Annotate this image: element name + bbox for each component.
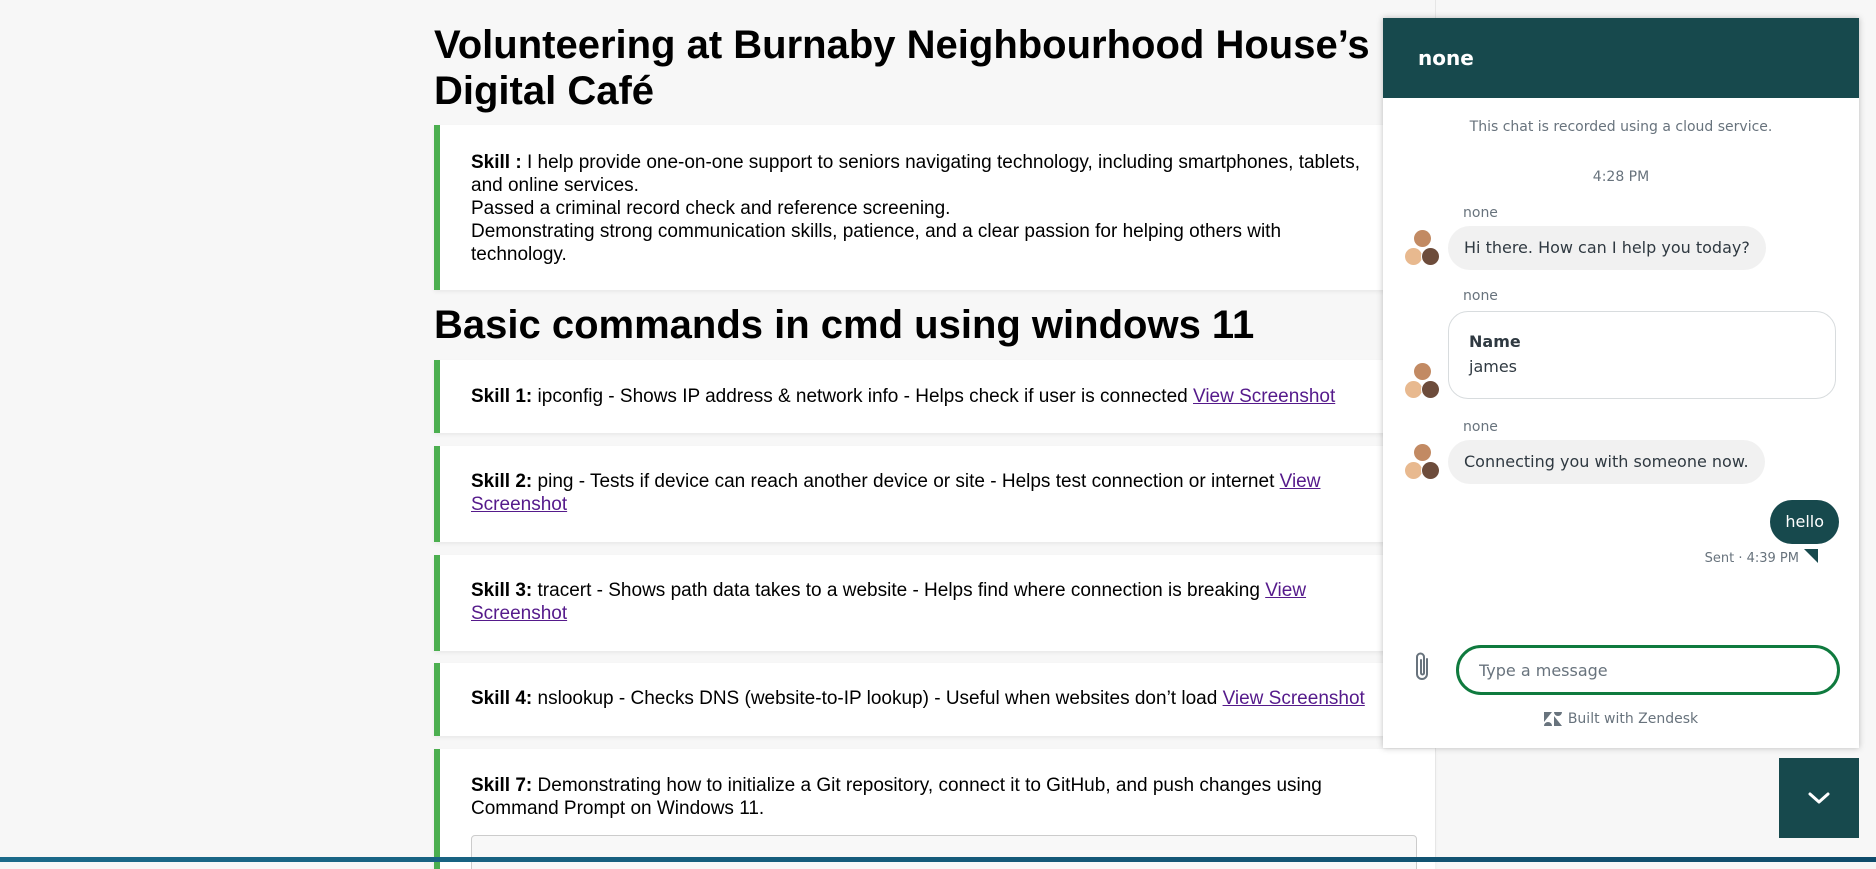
form-field-value: james (1469, 357, 1518, 376)
skill-card-7: Skill 7: Demonstrating how to initialize… (434, 749, 1435, 869)
skill-1-label: Skill 1: (471, 386, 533, 407)
form-field-label: Name (1469, 332, 1521, 351)
skill-card-1: Skill 1: ipconfig - Shows IP address & n… (434, 360, 1435, 433)
chat-minimize-button[interactable] (1779, 758, 1859, 838)
message-tail (1804, 549, 1818, 563)
agent-avatar (1405, 363, 1441, 401)
agent-avatar (1405, 444, 1441, 482)
skill-7-label: Skill 7: (471, 775, 533, 796)
chat-timestamp: 4:28 PM (1592, 169, 1650, 185)
skill-7-text: Demonstrating how to initialize a Git re… (532, 775, 1322, 796)
skill-2-text: ping - Tests if device can reach another… (532, 471, 1280, 492)
branding-text: Built with Zendesk (1567, 711, 1699, 727)
skill-card-3: Skill 3: tracert - Shows path data takes… (434, 555, 1435, 651)
chat-header: none (1383, 18, 1859, 98)
skill-3-screenshot-link-cont[interactable]: Screenshot (471, 603, 567, 624)
chat-title: none (1418, 46, 1474, 70)
volunteer-line-2: and online services. (471, 175, 639, 196)
cmd-heading: Basic commands in cmd using windows 11 (434, 303, 1255, 347)
volunteer-heading: Volunteering at Burnaby Neighbourhood Ho… (434, 23, 1370, 113)
skill-4-text: nslookup - Checks DNS (website-to-IP loo… (532, 688, 1223, 709)
code-block (471, 835, 1417, 869)
skill-4-screenshot-link[interactable]: View Screenshot (1223, 688, 1365, 709)
agent-avatar (1405, 230, 1441, 268)
chat-recording-notice: This chat is recorded using a cloud serv… (1469, 119, 1773, 135)
volunteer-skill-card: Skill : I help provide one-on-one suppor… (434, 125, 1435, 290)
zendesk-logo-icon (1543, 712, 1562, 726)
chevron-down-icon (1808, 792, 1830, 804)
skill-4-label: Skill 4: (471, 688, 533, 709)
message-sender: none (1463, 205, 1498, 221)
form-response-card: Name james (1448, 311, 1836, 399)
skill-2-label: Skill 2: (471, 471, 533, 492)
message-input[interactable] (1456, 645, 1840, 695)
skill-1-screenshot-link[interactable]: View Screenshot (1193, 386, 1335, 407)
volunteer-line-3: Passed a criminal record check and refer… (471, 198, 951, 219)
volunteer-line-4: Demonstrating strong communication skill… (471, 221, 1282, 242)
skill-2-screenshot-link[interactable]: View (1280, 471, 1321, 492)
skill-3-screenshot-link[interactable]: View (1265, 580, 1306, 601)
message-sender: none (1463, 288, 1498, 304)
skill-card-4: Skill 4: nslookup - Checks DNS (website-… (434, 663, 1435, 736)
skill-3-text: tracert - Shows path data takes to a web… (532, 580, 1266, 601)
zendesk-branding[interactable]: Built with Zendesk (1383, 711, 1859, 727)
skill-card-2: Skill 2: ping - Tests if device can reac… (434, 446, 1435, 542)
skill-2-screenshot-link-cont[interactable]: Screenshot (471, 494, 567, 515)
paperclip-icon[interactable] (1410, 650, 1434, 684)
skill-3-label: Skill 3: (471, 580, 533, 601)
skill-7-text-cont: Command Prompt on Windows 11. (471, 798, 765, 819)
message-sent-status: Sent · 4:39 PM (1704, 551, 1799, 566)
message-sender: none (1463, 419, 1498, 435)
skill-label: Skill : (471, 152, 522, 173)
volunteer-line-5: technology. (471, 244, 567, 265)
volunteer-line-1: Skill : I help provide one-on-one suppor… (471, 152, 1360, 173)
bottom-edge-bar (0, 857, 1876, 862)
message-bubble: Connecting you with someone now. (1448, 440, 1765, 484)
chat-widget: none This chat is recorded using a cloud… (1383, 18, 1859, 748)
main-content: Volunteering at Burnaby Neighbourhood Ho… (434, 0, 1435, 869)
message-bubble: Hi there. How can I help you today? (1448, 226, 1766, 270)
user-message-bubble: hello (1770, 500, 1839, 544)
skill-1-text: ipconfig - Shows IP address & network in… (532, 386, 1193, 407)
